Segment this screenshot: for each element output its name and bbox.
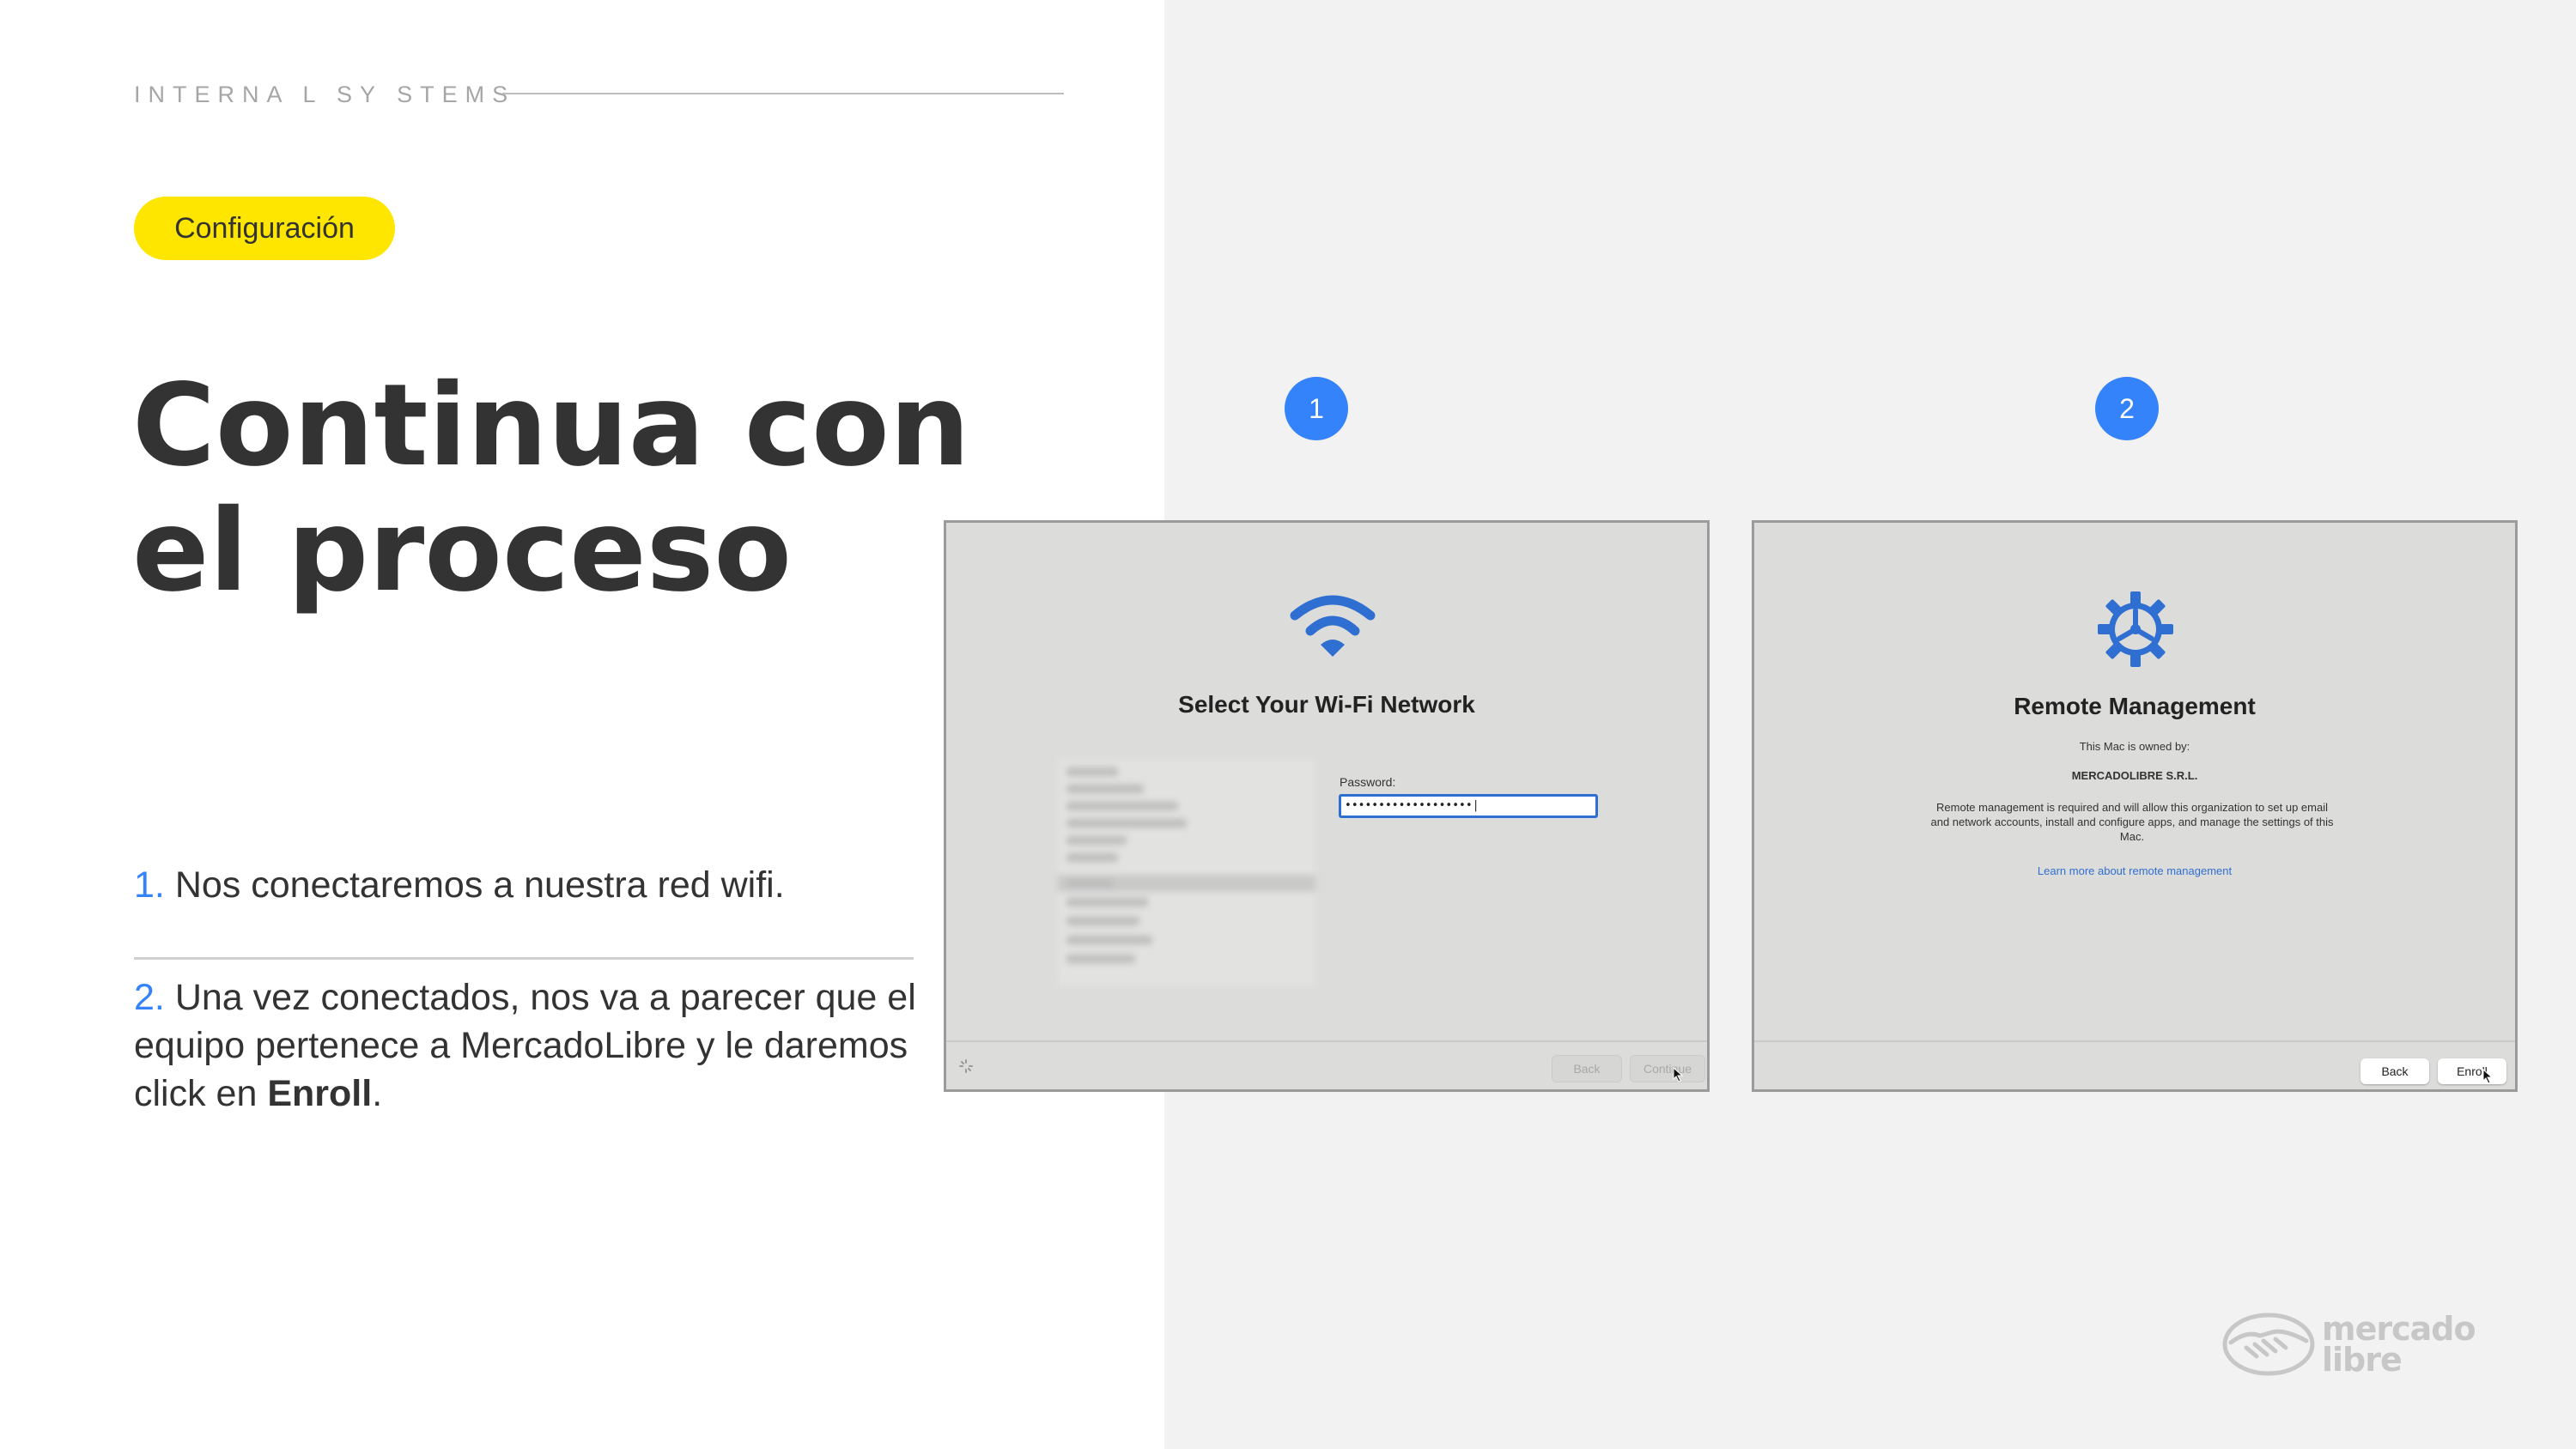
password-label: Password: — [1340, 775, 1396, 789]
remote-management-title: Remote Management — [2014, 693, 2256, 719]
spinner-icon — [959, 1059, 973, 1073]
learn-more-link[interactable]: Learn more about remote management — [1754, 864, 2515, 877]
cursor-icon — [2482, 1069, 2494, 1084]
step-2-bold: Enroll — [267, 1073, 373, 1114]
remote-management-description: Remote management is required and will a… — [1930, 801, 2334, 843]
step-divider — [134, 957, 914, 960]
back-button[interactable]: Back — [2360, 1058, 2429, 1084]
wifi-icon — [1290, 595, 1376, 657]
step-2-number: 2. — [134, 977, 165, 1018]
page-title-line-1: Continua con — [132, 360, 970, 492]
step-2-text: Una vez conectados, nos va a parecer que… — [134, 977, 916, 1114]
continue-button[interactable]: Continue — [1630, 1055, 1705, 1082]
cursor-icon — [1673, 1067, 1684, 1082]
logo-line-2: libre — [2322, 1341, 2403, 1379]
step-1-number: 1. — [134, 864, 165, 906]
password-input[interactable]: •••••••••••••••••••| — [1339, 794, 1598, 818]
page-title-line-2: el proceso — [132, 485, 793, 617]
step-1: 1. Nos conectaremos a nuestra red wifi. — [134, 861, 924, 909]
logo-line-1: mercado — [2322, 1310, 2476, 1348]
owned-by-label: This Mac is owned by: — [2079, 740, 2190, 753]
enroll-button[interactable]: Enroll — [2438, 1058, 2506, 1084]
screenshot-remote-management: Remote Management This Mac is owned by: … — [1752, 520, 2518, 1092]
section-tag: Configuración — [134, 197, 395, 260]
page-title: Continua con el proceso — [132, 363, 974, 614]
logo-wordmark: mercado libre — [2322, 1310, 2476, 1379]
remote-footer-divider — [1754, 1040, 2515, 1042]
owner-name: MERCADOLIBRE S.R.L. — [2071, 769, 2198, 782]
step-badge-1: 1 — [1285, 377, 1348, 440]
step-2: 2. Una vez conectados, nos va a parecer … — [134, 973, 924, 1118]
header-divider — [502, 93, 1064, 94]
wifi-title: Select Your Wi-Fi Network — [1178, 691, 1475, 718]
back-button[interactable]: Back — [1552, 1055, 1622, 1082]
header-label: INTERNA L SY STEMS — [134, 82, 516, 107]
wifi-footer-divider — [946, 1040, 1707, 1042]
screenshot-wifi: Select Your Wi-Fi Network Password: ••••… — [944, 520, 1710, 1092]
step-1-text: Nos conectaremos a nuestra red wifi. — [174, 864, 785, 906]
mercadolibre-logo: mercado libre — [2222, 1310, 2476, 1379]
step-2-text-end: . — [372, 1073, 383, 1114]
wifi-network-list[interactable] — [1058, 759, 1315, 986]
gear-icon — [2098, 591, 2173, 667]
handshake-icon — [2222, 1313, 2315, 1376]
step-badge-2: 2 — [2095, 377, 2159, 440]
